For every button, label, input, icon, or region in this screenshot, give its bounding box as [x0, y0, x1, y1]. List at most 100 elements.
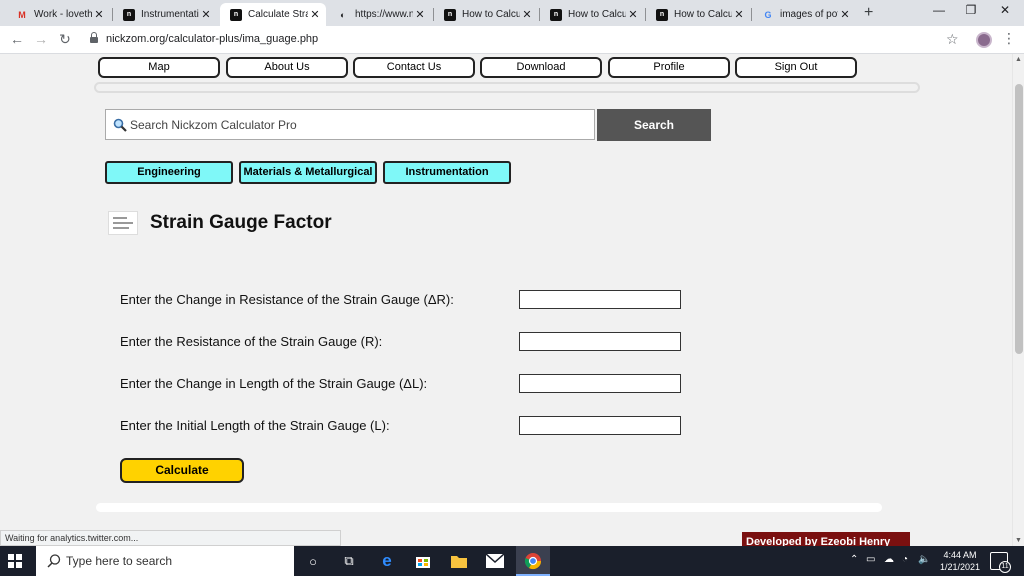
restore-icon[interactable]: ❐ — [956, 3, 986, 17]
tab-title: Work - lovethi — [34, 9, 92, 20]
scrollbar-thumb[interactable] — [1015, 84, 1023, 354]
browser-menu-icon[interactable]: ⋮ — [1002, 30, 1016, 47]
loading-icon: ◐ — [340, 9, 346, 20]
nickzom-icon: n — [123, 8, 135, 21]
browser-tab[interactable]: G images of pot ✕ — [752, 3, 856, 26]
delta-r-input[interactable] — [519, 290, 681, 309]
close-tab-icon[interactable]: ✕ — [413, 8, 427, 21]
chrome-taskbar-button[interactable] — [516, 546, 550, 576]
page-scrollbar[interactable]: ▲ ▼ — [1012, 54, 1024, 546]
tab-title: Instrumentatio — [141, 9, 199, 20]
lock-icon[interactable] — [90, 32, 98, 43]
notification-center-icon[interactable]: 11 — [990, 552, 1011, 573]
search-box — [105, 109, 595, 140]
new-tab-icon[interactable]: + — [864, 4, 873, 22]
taskbar-search[interactable]: Type here to search — [36, 546, 294, 576]
nav-link-about-us[interactable]: About Us — [226, 57, 348, 78]
store-icon[interactable] — [414, 552, 432, 570]
nickzom-icon: n — [550, 8, 562, 21]
network-icon[interactable]: ◔ — [902, 554, 908, 565]
close-tab-icon[interactable]: ✕ — [308, 8, 322, 21]
tab-strip: M Work - lovethi ✕ n Instrumentatio ✕ n … — [0, 0, 1024, 26]
nickzom-icon: n — [444, 8, 456, 21]
close-tab-icon[interactable]: ✕ — [732, 8, 746, 21]
resistance-label: Enter the Resistance of the Strain Gauge… — [120, 334, 383, 349]
bookmark-star-icon[interactable]: ☆ — [946, 31, 959, 48]
url-field[interactable]: nickzom.org/calculator-plus/ima_guage.ph… — [106, 33, 318, 45]
nav-divider — [94, 82, 920, 93]
taskbar-search-placeholder: Type here to search — [66, 554, 173, 568]
browser-tab-active[interactable]: n Calculate Strai ✕ — [220, 3, 326, 26]
forward-icon[interactable]: → — [32, 31, 50, 47]
nickzom-icon: n — [230, 8, 242, 21]
back-icon[interactable]: ← — [8, 31, 26, 47]
tab-title: How to Calcula — [568, 9, 626, 20]
nickzom-icon: n — [656, 8, 668, 21]
close-tab-icon[interactable]: ✕ — [199, 8, 213, 21]
tab-title: https://www.ni — [355, 9, 413, 20]
task-view-icon[interactable]: ⧉ — [340, 552, 358, 570]
content-divider — [96, 503, 882, 512]
file-explorer-icon[interactable] — [450, 552, 468, 570]
tab-title: How to Calcula — [674, 9, 732, 20]
tab-title: images of pot — [780, 9, 838, 20]
nav-link-contact-us[interactable]: Contact Us — [353, 57, 475, 78]
browser-status: Waiting for analytics.twitter.com... — [0, 530, 341, 546]
nav-link-sign-out[interactable]: Sign Out — [735, 57, 857, 78]
nav-link-download[interactable]: Download — [480, 57, 602, 78]
cortana-icon[interactable]: ○ — [304, 552, 322, 570]
tab-title: Calculate Strai — [248, 9, 308, 20]
category-materials-metallurgical[interactable]: Materials & Metallurgical — [239, 161, 377, 184]
google-icon: G — [764, 9, 772, 20]
nav-link-profile[interactable]: Profile — [608, 57, 730, 78]
close-tab-icon[interactable]: ✕ — [838, 8, 852, 21]
search-button[interactable]: Search — [597, 109, 711, 141]
clock-time: 4:44 AM — [943, 550, 977, 560]
delta-l-input[interactable] — [519, 374, 681, 393]
close-tab-icon[interactable]: ✕ — [520, 8, 534, 21]
browser-tab[interactable]: n How to Calcula ✕ — [434, 3, 538, 26]
tab-title: How to Calcula — [462, 9, 520, 20]
category-engineering[interactable]: Engineering — [105, 161, 233, 184]
search-icon — [47, 554, 61, 568]
initial-length-label: Enter the Initial Length of the Strain G… — [120, 418, 390, 433]
notification-count: 11 — [999, 561, 1011, 573]
system-clock[interactable]: 4:44 AM 1/21/2021 — [936, 549, 984, 573]
gmail-icon: M — [18, 9, 26, 20]
windows-start-icon[interactable] — [8, 554, 22, 568]
browser-tab[interactable]: n Instrumentatio ✕ — [113, 3, 217, 26]
close-tab-icon[interactable]: ✕ — [92, 8, 106, 21]
page-title: Strain Gauge Factor — [150, 212, 332, 233]
chrome-icon — [524, 553, 542, 570]
category-instrumentation[interactable]: Instrumentation — [383, 161, 511, 184]
browser-tab[interactable]: n How to Calcula ✕ — [540, 3, 644, 26]
developer-credit: Developed by Ezeobi Henry — [742, 532, 910, 546]
mail-icon[interactable] — [486, 552, 504, 570]
onedrive-icon[interactable]: ☁ — [884, 554, 894, 565]
resistance-input[interactable] — [519, 332, 681, 351]
delta-r-label: Enter the Change in Resistance of the St… — [120, 292, 454, 307]
browser-tab[interactable]: ◐ https://www.ni ✕ — [327, 3, 431, 26]
initial-length-input[interactable] — [519, 416, 681, 435]
profile-avatar[interactable] — [976, 32, 992, 48]
close-tab-icon[interactable]: ✕ — [626, 8, 640, 21]
reload-icon[interactable]: ↻ — [56, 31, 74, 48]
show-hidden-icons-icon[interactable]: ⌃ — [850, 554, 858, 565]
minimize-icon[interactable]: — — [924, 3, 954, 17]
address-bar: ← → ↻ nickzom.org/calculator-plus/ima_gu… — [0, 26, 1024, 54]
scroll-up-icon[interactable]: ▲ — [1015, 56, 1022, 63]
battery-icon[interactable]: ▭ — [866, 554, 875, 565]
windows-taskbar: Type here to search ○ ⧉ e ⌃ ▭ ☁ ◔ 🔈 4:44… — [0, 546, 1024, 576]
volume-icon[interactable]: 🔈 — [918, 554, 930, 565]
calculate-button[interactable]: Calculate — [120, 458, 244, 483]
search-input[interactable] — [130, 110, 590, 139]
edge-icon[interactable]: e — [378, 551, 396, 570]
nav-link-map[interactable]: Map — [98, 57, 220, 78]
browser-tab[interactable]: n How to Calcula ✕ — [646, 3, 750, 26]
search-icon — [113, 118, 127, 132]
scroll-down-icon[interactable]: ▼ — [1015, 537, 1022, 544]
browser-tab[interactable]: M Work - lovethi ✕ — [6, 3, 110, 26]
calculator-thumbnail-icon — [108, 211, 138, 235]
delta-l-label: Enter the Change in Length of the Strain… — [120, 376, 428, 391]
window-close-icon[interactable]: ✕ — [990, 3, 1020, 17]
